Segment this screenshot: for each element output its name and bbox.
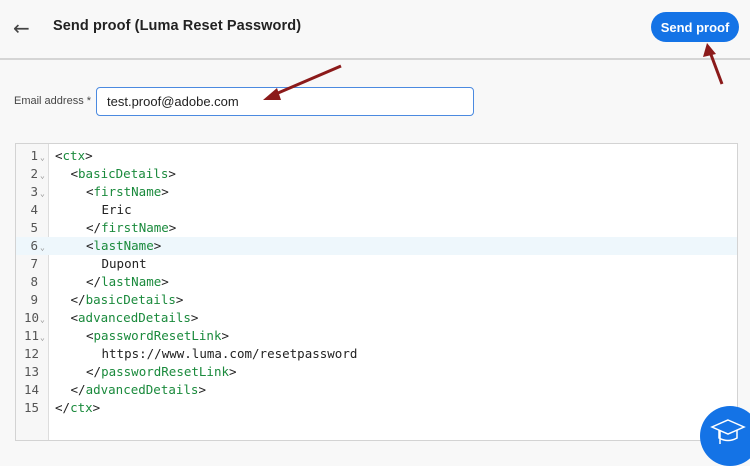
send-proof-button[interactable]: Send proof bbox=[651, 12, 739, 42]
tag-name: firstName bbox=[93, 184, 162, 199]
tag-bracket: > bbox=[221, 328, 229, 343]
tag-bracket: </ bbox=[86, 220, 102, 235]
line-number: 11 bbox=[24, 328, 40, 343]
email-label-text: Email address bbox=[14, 95, 84, 107]
code-line[interactable]: 8 </lastName> bbox=[16, 273, 737, 291]
code-text: <ctx> bbox=[55, 147, 93, 165]
tag-bracket: </ bbox=[86, 364, 102, 379]
tag-name: lastName bbox=[93, 238, 154, 253]
line-number: 13 bbox=[24, 364, 40, 379]
tag-name: basicDetails bbox=[78, 166, 169, 181]
line-number: 6 bbox=[30, 238, 38, 253]
code-line[interactable]: 2 ⌄ <basicDetails> bbox=[16, 165, 737, 183]
page-title: Send proof (Luma Reset Password) bbox=[53, 18, 302, 34]
tag-bracket: < bbox=[86, 328, 94, 343]
tag-bracket: > bbox=[168, 220, 177, 235]
code-line[interactable]: 10 ⌄ <advancedDetails> bbox=[16, 309, 737, 327]
graduation-cap-icon bbox=[710, 419, 746, 444]
code-line[interactable]: 5 </firstName> bbox=[16, 219, 737, 237]
code-line[interactable]: 6 ⌄ <lastName> bbox=[16, 237, 737, 255]
tag-bracket: </ bbox=[70, 292, 86, 307]
tag-bracket: > bbox=[190, 310, 199, 325]
tag-name: basicDetails bbox=[85, 292, 176, 307]
code-text: </firstName> bbox=[86, 219, 176, 237]
tag-bracket: > bbox=[161, 274, 169, 289]
tag-bracket: > bbox=[168, 166, 176, 181]
line-number: 2 bbox=[30, 166, 38, 181]
code-text: <firstName> bbox=[86, 183, 169, 201]
line-number: 7 bbox=[30, 256, 38, 271]
line-number: 1 bbox=[30, 148, 38, 163]
code-text: <lastName> bbox=[86, 237, 161, 255]
line-number: 15 bbox=[24, 400, 40, 415]
code-line[interactable]: 14 </advancedDetails> bbox=[16, 381, 737, 399]
code-text: </lastName> bbox=[86, 273, 169, 291]
code-line[interactable]: 4 Eric bbox=[16, 201, 737, 219]
line-number: 9 bbox=[30, 292, 38, 307]
tag-bracket: > bbox=[198, 382, 206, 397]
code-text: Dupont bbox=[102, 255, 147, 273]
tag-bracket: > bbox=[175, 292, 184, 307]
required-mark: * bbox=[86, 95, 92, 107]
tag-bracket: > bbox=[161, 184, 169, 199]
code-line[interactable]: 9 </basicDetails> bbox=[16, 291, 737, 309]
tag-bracket: > bbox=[92, 400, 101, 415]
code-text: </ctx> bbox=[55, 399, 100, 417]
tag-name: passwordResetLink bbox=[93, 328, 222, 343]
code-text: https://www.luma.com/resetpassword bbox=[102, 345, 358, 363]
line-number: 12 bbox=[24, 346, 40, 361]
code-line[interactable]: 11 ⌄ <passwordResetLink> bbox=[16, 327, 737, 345]
tag-bracket: < bbox=[86, 238, 94, 253]
line-number: 5 bbox=[30, 220, 38, 235]
tag-bracket: < bbox=[86, 184, 94, 199]
header: ← Send proof (Luma Reset Password) Send … bbox=[0, 0, 750, 60]
line-number: 3 bbox=[30, 184, 38, 199]
code-line[interactable]: 7 Dupont bbox=[16, 255, 737, 273]
tag-bracket: > bbox=[153, 238, 162, 253]
line-number: 8 bbox=[30, 274, 38, 289]
line-number: 4 bbox=[30, 202, 38, 217]
tag-bracket: < bbox=[70, 166, 79, 181]
code-text: </advancedDetails> bbox=[71, 381, 206, 399]
code-text: </basicDetails> bbox=[71, 291, 184, 309]
tag-name: ctx bbox=[62, 148, 86, 163]
email-input[interactable] bbox=[96, 87, 474, 116]
code-line[interactable]: 12 https://www.luma.com/resetpassword bbox=[16, 345, 737, 363]
tag-name: firstName bbox=[101, 220, 169, 235]
tag-bracket: </ bbox=[55, 400, 71, 415]
tag-bracket: < bbox=[55, 148, 63, 163]
tag-name: lastName bbox=[101, 274, 162, 289]
tag-bracket: > bbox=[229, 364, 237, 379]
xml-editor[interactable]: 1 ⌄ <ctx> 2 ⌄ <basicDetails> 3 ⌄ <firstName> 4 Eri… bbox=[15, 143, 738, 441]
line-number: 14 bbox=[24, 382, 40, 397]
code-line[interactable]: 1 ⌄ <ctx> bbox=[16, 147, 737, 165]
tag-name: passwordResetLink bbox=[101, 364, 229, 379]
code-text: <advancedDetails> bbox=[71, 309, 199, 327]
text-node: Eric bbox=[101, 202, 132, 217]
tag-bracket: </ bbox=[86, 274, 102, 289]
code-text: <passwordResetLink> bbox=[86, 327, 229, 345]
code-text: Eric bbox=[102, 201, 132, 219]
tag-bracket: </ bbox=[70, 382, 86, 397]
code-line[interactable]: 13 </passwordResetLink> bbox=[16, 363, 737, 381]
text-node: https://www.luma.com/resetpassword bbox=[101, 346, 358, 361]
tag-bracket: < bbox=[70, 310, 79, 325]
code-line[interactable]: 3 ⌄ <firstName> bbox=[16, 183, 737, 201]
back-arrow-icon[interactable]: ← bbox=[13, 16, 30, 40]
code-text: </passwordResetLink> bbox=[86, 363, 237, 381]
code-text: <basicDetails> bbox=[71, 165, 176, 183]
help-button[interactable] bbox=[700, 406, 750, 466]
email-label: Email address * bbox=[14, 95, 91, 107]
line-number: 10 bbox=[24, 310, 40, 325]
tag-name: advancedDetails bbox=[85, 382, 199, 397]
text-node: Dupont bbox=[101, 256, 147, 271]
code-line[interactable]: 15 </ctx> bbox=[16, 399, 737, 417]
tag-bracket: > bbox=[85, 148, 93, 163]
tag-name: advancedDetails bbox=[78, 310, 191, 325]
tag-name: ctx bbox=[70, 400, 93, 415]
